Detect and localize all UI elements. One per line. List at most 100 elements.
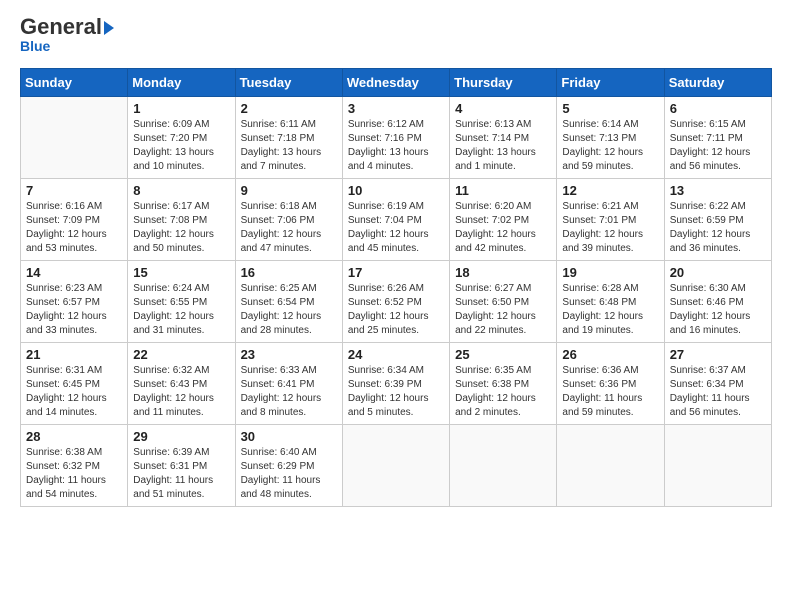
calendar-cell: 24 Sunrise: 6:34 AM Sunset: 6:39 PM Dayli…: [342, 343, 449, 425]
weekday-header-tuesday: Tuesday: [235, 69, 342, 97]
weekday-header-thursday: Thursday: [450, 69, 557, 97]
calendar-week-3: 14 Sunrise: 6:23 AM Sunset: 6:57 PM Dayli…: [21, 261, 772, 343]
day-number: 29: [133, 429, 229, 444]
day-number: 24: [348, 347, 444, 362]
day-number: 5: [562, 101, 658, 116]
calendar-cell: 20 Sunrise: 6:30 AM Sunset: 6:46 PM Dayli…: [664, 261, 771, 343]
calendar-cell: 16Sunrise: 6:25 AM Sunset: 6:54 PM Dayli…: [235, 261, 342, 343]
calendar-cell: 14 Sunrise: 6:23 AM Sunset: 6:57 PM Dayli…: [21, 261, 128, 343]
weekday-header-saturday: Saturday: [664, 69, 771, 97]
day-number: 8: [133, 183, 229, 198]
day-number: 15: [133, 265, 229, 280]
calendar-cell: 28 Sunrise: 6:38 AM Sunset: 6:32 PM Dayli…: [21, 425, 128, 507]
day-number: 28: [26, 429, 122, 444]
day-number: 11: [455, 183, 551, 198]
weekday-header-monday: Monday: [128, 69, 235, 97]
calendar-cell: 19Sunrise: 6:28 AM Sunset: 6:48 PM Dayli…: [557, 261, 664, 343]
day-info: Sunrise: 6:23 AM Sunset: 6:57 PM Dayligh…: [26, 282, 122, 338]
day-number: 22: [133, 347, 229, 362]
page-header: General Blue: [20, 16, 772, 56]
day-number: 25: [455, 347, 551, 362]
day-info: Sunrise: 6:14 AM Sunset: 7:13 PM Dayligh…: [562, 118, 658, 174]
day-info: Sunrise: 6:13 AM Sunset: 7:14 PM Dayligh…: [455, 118, 551, 174]
calendar-cell: 1 Sunrise: 6:09 AM Sunset: 7:20 PM Daylig…: [128, 97, 235, 179]
day-info: Sunrise: 6:33 AM Sunset: 6:41 PM Dayligh…: [241, 364, 337, 420]
day-info: Sunrise: 6:12 AM Sunset: 7:16 PM Dayligh…: [348, 118, 444, 174]
day-number: 7: [26, 183, 122, 198]
logo-blue: Blue: [20, 38, 50, 54]
day-info: Sunrise: 6:28 AM Sunset: 6:48 PM Dayligh…: [562, 282, 658, 338]
day-info: Sunrise: 6:27 AM Sunset: 6:50 PM Dayligh…: [455, 282, 551, 338]
calendar-cell: 2 Sunrise: 6:11 AM Sunset: 7:18 PM Daylig…: [235, 97, 342, 179]
day-info: Sunrise: 6:26 AM Sunset: 6:52 PM Dayligh…: [348, 282, 444, 338]
calendar-cell: 21Sunrise: 6:31 AM Sunset: 6:45 PM Dayli…: [21, 343, 128, 425]
day-number: 13: [670, 183, 766, 198]
day-number: 16: [241, 265, 337, 280]
weekday-header-wednesday: Wednesday: [342, 69, 449, 97]
calendar-cell: 6 Sunrise: 6:15 AM Sunset: 7:11 PM Daylig…: [664, 97, 771, 179]
day-info: Sunrise: 6:18 AM Sunset: 7:06 PM Dayligh…: [241, 200, 337, 256]
calendar-week-5: 28 Sunrise: 6:38 AM Sunset: 6:32 PM Dayli…: [21, 425, 772, 507]
logo-text: General: [20, 16, 116, 38]
calendar-cell: 11 Sunrise: 6:20 AM Sunset: 7:02 PM Dayli…: [450, 179, 557, 261]
day-number: 10: [348, 183, 444, 198]
day-number: 6: [670, 101, 766, 116]
day-number: 18: [455, 265, 551, 280]
calendar-cell: 15 Sunrise: 6:24 AM Sunset: 6:55 PM Dayli…: [128, 261, 235, 343]
calendar-week-1: 1 Sunrise: 6:09 AM Sunset: 7:20 PM Daylig…: [21, 97, 772, 179]
day-number: 1: [133, 101, 229, 116]
day-info: Sunrise: 6:15 AM Sunset: 7:11 PM Dayligh…: [670, 118, 766, 174]
calendar-cell: 3 Sunrise: 6:12 AM Sunset: 7:16 PM Daylig…: [342, 97, 449, 179]
day-number: 21: [26, 347, 122, 362]
day-number: 3: [348, 101, 444, 116]
calendar-cell: 9 Sunrise: 6:18 AM Sunset: 7:06 PM Daylig…: [235, 179, 342, 261]
day-number: 4: [455, 101, 551, 116]
day-info: Sunrise: 6:22 AM Sunset: 6:59 PM Dayligh…: [670, 200, 766, 256]
day-number: 2: [241, 101, 337, 116]
weekday-header-sunday: Sunday: [21, 69, 128, 97]
day-info: Sunrise: 6:30 AM Sunset: 6:46 PM Dayligh…: [670, 282, 766, 338]
day-info: Sunrise: 6:36 AM Sunset: 6:36 PM Dayligh…: [562, 364, 658, 420]
calendar-cell: 10Sunrise: 6:19 AM Sunset: 7:04 PM Dayli…: [342, 179, 449, 261]
day-number: 9: [241, 183, 337, 198]
calendar-cell: 26Sunrise: 6:36 AM Sunset: 6:36 PM Dayli…: [557, 343, 664, 425]
day-info: Sunrise: 6:09 AM Sunset: 7:20 PM Dayligh…: [133, 118, 229, 174]
day-info: Sunrise: 6:20 AM Sunset: 7:02 PM Dayligh…: [455, 200, 551, 256]
day-info: Sunrise: 6:21 AM Sunset: 7:01 PM Dayligh…: [562, 200, 658, 256]
day-info: Sunrise: 6:24 AM Sunset: 6:55 PM Dayligh…: [133, 282, 229, 338]
day-info: Sunrise: 6:34 AM Sunset: 6:39 PM Dayligh…: [348, 364, 444, 420]
calendar-cell: [557, 425, 664, 507]
weekday-header-friday: Friday: [557, 69, 664, 97]
calendar-cell: 5 Sunrise: 6:14 AM Sunset: 7:13 PM Daylig…: [557, 97, 664, 179]
calendar-cell: 12 Sunrise: 6:21 AM Sunset: 7:01 PM Dayli…: [557, 179, 664, 261]
day-info: Sunrise: 6:37 AM Sunset: 6:34 PM Dayligh…: [670, 364, 766, 420]
calendar-cell: 30 Sunrise: 6:40 AM Sunset: 6:29 PM Dayli…: [235, 425, 342, 507]
calendar-cell: 7 Sunrise: 6:16 AM Sunset: 7:09 PM Daylig…: [21, 179, 128, 261]
day-info: Sunrise: 6:39 AM Sunset: 6:31 PM Dayligh…: [133, 446, 229, 502]
calendar-cell: [342, 425, 449, 507]
day-number: 12: [562, 183, 658, 198]
day-info: Sunrise: 6:11 AM Sunset: 7:18 PM Dayligh…: [241, 118, 337, 174]
day-number: 17: [348, 265, 444, 280]
calendar-cell: 29 Sunrise: 6:39 AM Sunset: 6:31 PM Dayli…: [128, 425, 235, 507]
logo: General Blue: [20, 16, 116, 56]
calendar-cell: [664, 425, 771, 507]
day-number: 14: [26, 265, 122, 280]
calendar-week-4: 21Sunrise: 6:31 AM Sunset: 6:45 PM Dayli…: [21, 343, 772, 425]
day-info: Sunrise: 6:17 AM Sunset: 7:08 PM Dayligh…: [133, 200, 229, 256]
calendar-cell: 17 Sunrise: 6:26 AM Sunset: 6:52 PM Dayli…: [342, 261, 449, 343]
day-number: 23: [241, 347, 337, 362]
calendar-cell: 18 Sunrise: 6:27 AM Sunset: 6:50 PM Dayli…: [450, 261, 557, 343]
day-info: Sunrise: 6:35 AM Sunset: 6:38 PM Dayligh…: [455, 364, 551, 420]
day-info: Sunrise: 6:40 AM Sunset: 6:29 PM Dayligh…: [241, 446, 337, 502]
calendar-week-2: 7 Sunrise: 6:16 AM Sunset: 7:09 PM Daylig…: [21, 179, 772, 261]
day-number: 20: [670, 265, 766, 280]
day-number: 30: [241, 429, 337, 444]
calendar-cell: [21, 97, 128, 179]
day-info: Sunrise: 6:16 AM Sunset: 7:09 PM Dayligh…: [26, 200, 122, 256]
weekday-header-row: SundayMondayTuesdayWednesdayThursdayFrid…: [21, 69, 772, 97]
calendar-cell: [450, 425, 557, 507]
day-info: Sunrise: 6:38 AM Sunset: 6:32 PM Dayligh…: [26, 446, 122, 502]
calendar-cell: 8 Sunrise: 6:17 AM Sunset: 7:08 PM Daylig…: [128, 179, 235, 261]
day-number: 27: [670, 347, 766, 362]
